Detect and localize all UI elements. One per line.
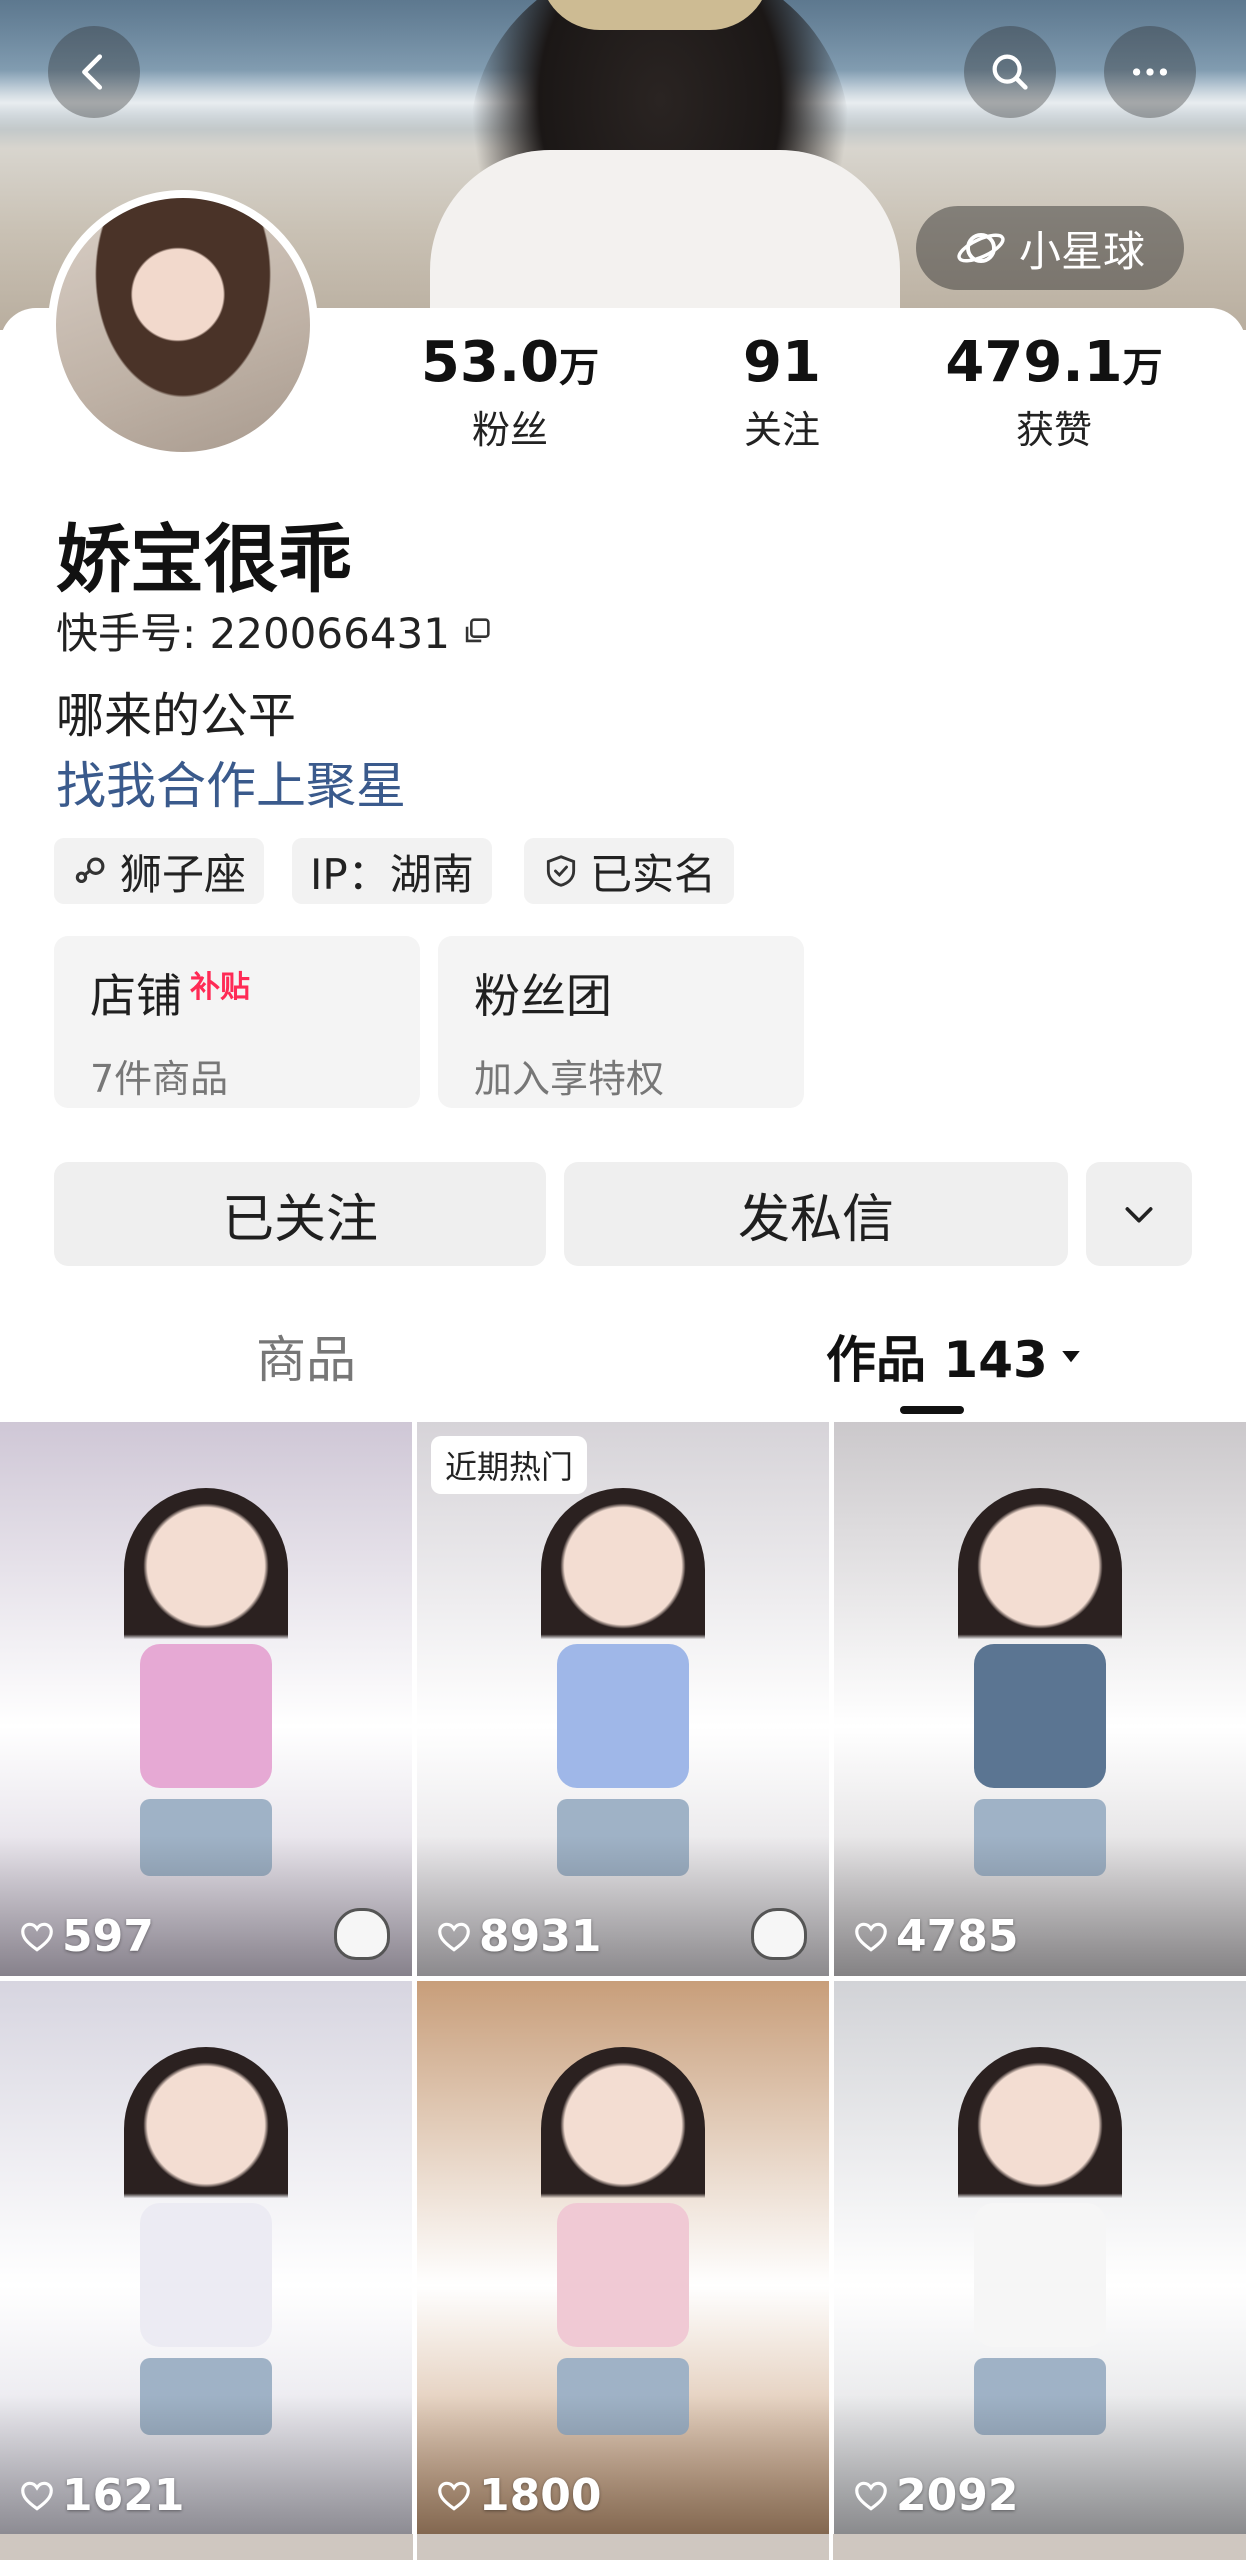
heart-icon — [21, 1922, 53, 1952]
heart-icon — [855, 2481, 887, 2511]
tag-ip-label: IP：湖南 — [310, 849, 474, 899]
content-tabs: 商品 作品 143 — [0, 1320, 1246, 1420]
post-likes-count: 4785 — [896, 1911, 1019, 1962]
stat-following-value: 91 — [743, 330, 821, 395]
stat-following-label: 关注 — [743, 408, 820, 452]
stat-fans[interactable]: 53.0万 粉丝 — [390, 330, 630, 454]
post-tile[interactable]: 4785 — [834, 1422, 1246, 1976]
avatar[interactable] — [48, 190, 318, 460]
stat-fans-label: 粉丝 — [471, 408, 548, 452]
tab-goods[interactable]: 商品 — [256, 1320, 356, 1392]
post-likes: 8931 — [435, 1911, 601, 1962]
fan-club-box[interactable]: 粉丝团 加入享特权 — [438, 936, 804, 1108]
copy-icon[interactable] — [460, 614, 494, 648]
tag-verified: 已实名 — [524, 838, 735, 904]
tag-zodiac: 狮子座 — [54, 838, 265, 904]
profile-page: 小星球 53.0万 粉丝 91 关注 479.1万 获赞 娇宝很乖 快手号: 2… — [0, 0, 1246, 2560]
more-icon — [1132, 68, 1168, 76]
account-id[interactable]: 快手号: 220066431 — [56, 600, 494, 661]
planet-label: 小星球 — [1018, 226, 1145, 276]
post-likes-count: 2092 — [896, 2470, 1019, 2521]
bio-link[interactable]: 找我合作上聚星 — [56, 746, 406, 818]
heart-icon — [21, 2481, 53, 2511]
stat-following[interactable]: 91 关注 — [662, 330, 902, 454]
stat-likes-value: 479.1 — [945, 330, 1123, 395]
post-tile[interactable]: 1621 — [0, 1981, 412, 2535]
expand-button[interactable] — [1086, 1162, 1192, 1266]
post-likes-count: 8931 — [479, 1911, 602, 1962]
post-tile[interactable]: 近期热门 8931 — [417, 1422, 829, 1976]
heart-icon — [438, 2481, 470, 2511]
stat-likes[interactable]: 479.1万 获赞 — [934, 330, 1174, 454]
stat-fans-value: 53.0 — [420, 330, 560, 395]
shop-subtitle: 7件商品 — [90, 1057, 229, 1101]
more-button[interactable] — [1104, 26, 1196, 118]
caret-down-icon — [1062, 1351, 1080, 1363]
tag-zodiac-label: 狮子座 — [120, 849, 247, 899]
fan-club-title: 粉丝团 — [474, 969, 612, 1023]
tab-works-label: 作品 143 — [826, 1331, 1048, 1389]
trending-badge: 近期热门 — [431, 1436, 588, 1494]
bio-text: 哪来的公平 — [56, 688, 297, 744]
post-likes: 1621 — [18, 2470, 184, 2521]
back-button[interactable] — [48, 26, 140, 118]
heart-icon — [438, 1922, 470, 1952]
chevron-down-icon — [1125, 1207, 1153, 1223]
message-button[interactable]: 发私信 — [564, 1162, 1068, 1266]
post-likes-count: 597 — [62, 1911, 154, 1962]
shop-title: 店铺 — [90, 969, 182, 1023]
chevron-left-icon — [82, 54, 103, 90]
post-likes: 1800 — [435, 2470, 601, 2521]
heart-icon — [855, 1922, 887, 1952]
post-likes: 4785 — [852, 1911, 1018, 1962]
tab-underline — [900, 1406, 964, 1414]
stat-likes-label: 获赞 — [1015, 408, 1092, 452]
tag-verified-label: 已实名 — [590, 849, 717, 899]
tag-ip: IP：湖南 — [292, 838, 492, 904]
subsidy-badge: 补贴 — [190, 970, 250, 1005]
cat-sticker-icon — [751, 1908, 807, 1960]
post-likes: 2092 — [852, 2470, 1018, 2521]
tab-works[interactable]: 作品 143 — [826, 1320, 1086, 1392]
post-tile[interactable]: 1800 — [417, 1981, 829, 2535]
post-likes: 597 — [18, 1911, 154, 1962]
post-tile[interactable]: 2092 — [834, 1981, 1246, 2535]
post-tile[interactable]: 597 — [0, 1422, 412, 1976]
next-row-peek — [0, 2534, 1246, 2560]
post-likes-count: 1621 — [62, 2470, 185, 2521]
post-likes-count: 1800 — [479, 2470, 602, 2521]
shop-box[interactable]: 店铺 补贴 7件商品 — [54, 936, 420, 1108]
follow-button[interactable]: 已关注 — [54, 1162, 546, 1266]
profile-name: 娇宝很乖 — [56, 517, 352, 603]
posts-grid: 597 近期热门 8931 4785 1621 1800 2092 — [0, 1422, 1246, 2560]
search-icon — [992, 54, 1028, 90]
planet-button[interactable]: 小星球 — [916, 206, 1184, 290]
fan-club-subtitle: 加入享特权 — [474, 1057, 665, 1101]
leo-icon — [75, 857, 105, 884]
cat-sticker-icon — [334, 1908, 390, 1960]
search-button[interactable] — [964, 26, 1056, 118]
shield-icon — [546, 855, 576, 887]
stat-fans-unit: 万 — [559, 345, 600, 391]
planet-icon — [957, 233, 1005, 263]
account-id-text: 快手号: 220066431 — [56, 609, 450, 658]
stat-likes-unit: 万 — [1122, 345, 1163, 391]
